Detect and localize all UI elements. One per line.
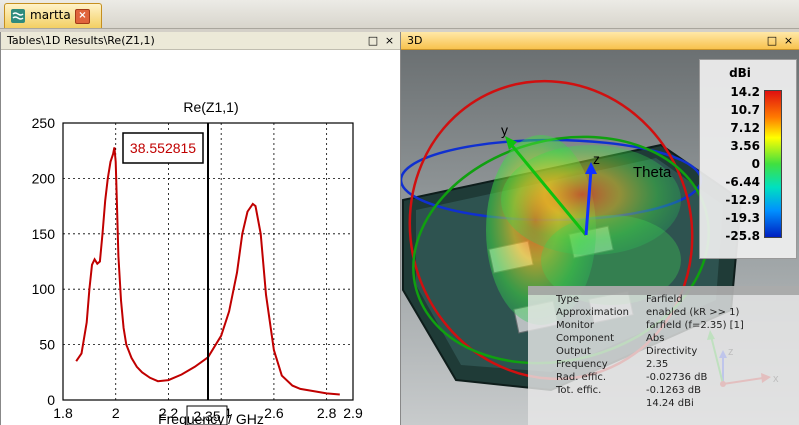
legend-tick: -19.3 (725, 211, 760, 225)
info-value: enabled (kR >> 1) (646, 307, 740, 318)
x-tick-label: 2.9 (343, 405, 363, 421)
info-label: Component (556, 333, 615, 344)
y-axis-label: y (501, 122, 508, 138)
view3d-pane-title: 3D (407, 34, 423, 47)
info-value: farfield (f=2.35) [1] (646, 320, 744, 331)
close-pane-icon[interactable]: × (383, 34, 396, 47)
info-label: Approximation (556, 307, 629, 318)
info-value: Farfield (646, 294, 683, 305)
y-tick-label: 0 (47, 392, 55, 408)
re-z11-chart[interactable]: Re(Z1,1) 1.822.22.42.62.82.9050100150200… (1, 50, 398, 425)
document-tab-bar: martta × (0, 0, 799, 29)
legend-tick: -12.9 (725, 193, 760, 207)
x-tick-label: 2.6 (264, 405, 284, 421)
document-tab[interactable]: martta × (4, 3, 102, 28)
info-label: Frequency (556, 359, 608, 370)
marker-value-label: 38.552815 (130, 140, 196, 156)
info-label: Output (556, 346, 591, 357)
z-axis-label: z (593, 151, 600, 167)
info-label: Type (556, 294, 579, 305)
document-tab-label: martta (30, 8, 71, 22)
y-tick-label: 100 (32, 281, 56, 297)
theta-label: Theta (633, 164, 672, 181)
info-label: Rad. effic. (556, 372, 607, 383)
info-value: -0.1263 dB (646, 385, 701, 396)
chart-title: Re(Z1,1) (183, 99, 238, 115)
info-value: -0.02736 dB (646, 372, 708, 383)
info-value: Abs (646, 333, 665, 344)
legend-tick: 3.56 (730, 139, 760, 153)
close-pane-icon[interactable]: × (782, 34, 795, 47)
colorbar-legend: dBi 14.2 10.7 7.12 3.56 0 -6.44 -12.9 -1… (699, 59, 797, 259)
colorbar (764, 90, 782, 238)
app-icon (11, 9, 25, 23)
legend-unit: dBi (729, 66, 751, 80)
info-value: Directivity (646, 346, 698, 357)
view3d-pane-header: 3D □ × (401, 32, 799, 50)
y-tick-label: 50 (39, 337, 55, 353)
plot-pane-title: Tables\1D Results\Re(Z1,1) (7, 34, 155, 47)
x-tick-label: 2.8 (317, 405, 337, 421)
y-tick-label: 150 (32, 226, 56, 242)
legend-tick: 7.12 (730, 121, 760, 135)
farfield-info-panel: Type Farfield Approximation enabled (kR … (528, 286, 799, 425)
legend-tick: 14.2 (730, 85, 760, 99)
y-tick-label: 200 (32, 170, 56, 186)
legend-tick: -6.44 (725, 175, 760, 189)
maximize-icon[interactable]: □ (766, 34, 779, 47)
plot-pane-header: Tables\1D Results\Re(Z1,1) □ × (1, 32, 400, 50)
info-label: Tot. effic. (556, 385, 602, 396)
close-tab-icon[interactable]: × (75, 9, 90, 24)
info-label: Monitor (556, 320, 595, 331)
legend-tick: 0 (751, 157, 760, 171)
maximize-icon[interactable]: □ (367, 34, 380, 47)
info-value: 14.24 dBi (646, 398, 694, 409)
x-tick-label: 1.8 (53, 405, 73, 421)
y-tick-label: 250 (32, 115, 56, 131)
info-value: 2.35 (646, 359, 669, 370)
plot-pane: Tables\1D Results\Re(Z1,1) □ × Re(Z1,1) … (0, 32, 401, 425)
legend-tick: -25.8 (725, 229, 760, 243)
view3d-pane[interactable]: 3D □ × y z Theta dBi 14.2 10.7 7.12 3.56… (401, 32, 799, 425)
x-axis-label: Frequency / GHz (158, 411, 264, 425)
x-tick-label: 2 (112, 405, 120, 421)
legend-tick: 10.7 (730, 103, 760, 117)
